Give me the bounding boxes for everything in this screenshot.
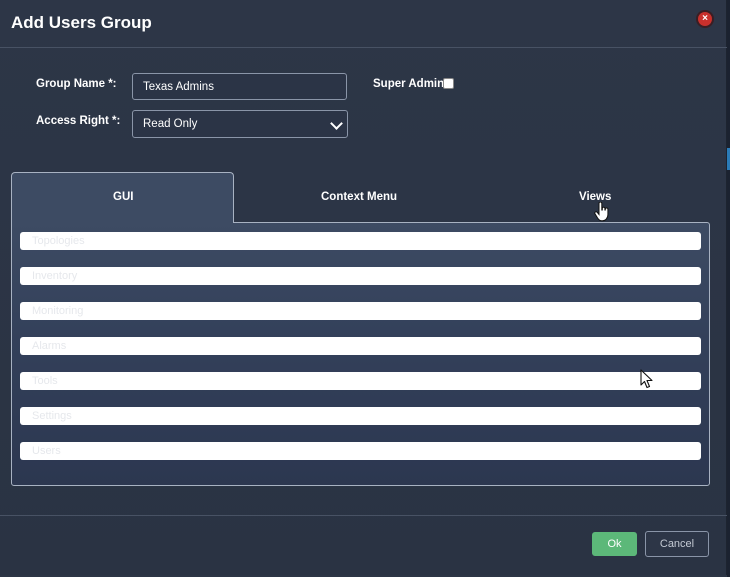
chevron-down-icon [330,117,343,130]
access-right-label: Access Right *: [36,115,121,127]
list-item[interactable]: Alarms [20,337,701,355]
hand-cursor-icon [594,202,609,222]
access-right-selected-value: Read Only [143,118,198,130]
super-admin-checkbox[interactable] [443,78,454,89]
footer-divider [0,515,727,516]
list-item[interactable]: Settings [20,407,701,425]
close-icon[interactable]: × [698,12,712,26]
group-name-input[interactable] [132,73,347,100]
tab-panel-join [12,221,233,224]
dialog-title: Add Users Group [11,13,152,32]
list-item[interactable]: Tools [20,372,701,390]
ok-button[interactable]: Ok [592,532,637,556]
list-item[interactable]: Inventory [20,267,701,285]
dialog-header: Add Users Group × [0,0,727,48]
add-users-group-dialog: Add Users Group × Group Name *: Access R… [0,0,727,575]
cancel-button[interactable]: Cancel [645,531,709,557]
arrow-cursor-icon [640,369,653,389]
tab-context-menu[interactable]: Context Menu [321,191,397,203]
list-item[interactable]: Monitoring [20,302,701,320]
tab-gui-label: GUI [113,191,134,203]
super-admin-label: Super Admin: [373,78,448,90]
group-name-label: Group Name *: [36,78,117,90]
access-right-select[interactable]: Read Only [132,110,348,138]
list-item[interactable]: Topologies [20,232,701,250]
list-item[interactable]: Users [20,442,701,460]
